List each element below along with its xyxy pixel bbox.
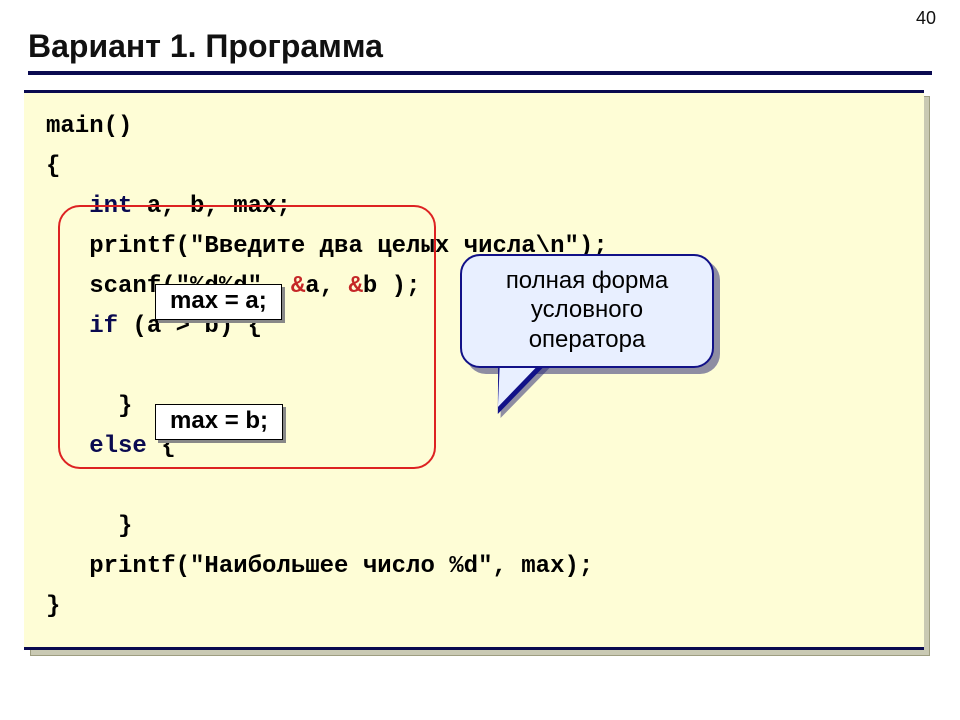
code-line-5c: b ); (363, 273, 421, 300)
code-line-12: printf("Наибольшее число %d", max); (46, 553, 593, 580)
inline-box-max-a: max = a; (155, 284, 282, 320)
code-line-2: { (46, 153, 60, 180)
code-line-5b: a, (305, 273, 348, 300)
code-line-13: } (46, 593, 60, 620)
code-line-8: } (46, 393, 132, 420)
callout: полная форма условного оператора (460, 254, 728, 434)
inline-box-max-b: max = b; (155, 404, 283, 440)
page-number: 40 (916, 8, 936, 29)
kw-if: if (46, 313, 118, 340)
amp-1: & (291, 273, 305, 300)
code-line-1: main() (46, 113, 132, 140)
slide-title: Вариант 1. Программа (28, 28, 932, 75)
callout-body: полная форма условного оператора (460, 254, 714, 368)
amp-2: & (348, 273, 362, 300)
kw-int: int (46, 193, 132, 220)
code-line-3b: a, b, max; (132, 193, 290, 220)
code-line-11: } (46, 513, 132, 540)
kw-else: else (46, 433, 147, 460)
